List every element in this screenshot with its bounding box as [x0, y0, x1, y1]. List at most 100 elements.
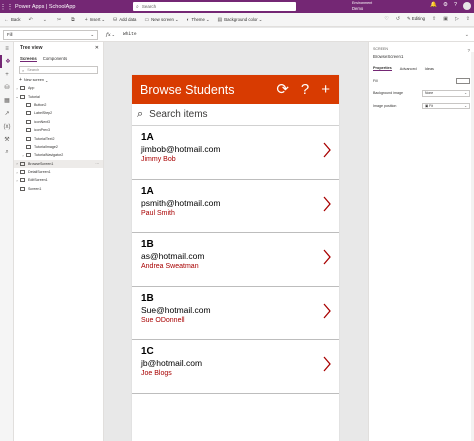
formula-input[interactable]: White [123, 32, 137, 37]
gallery-item[interactable]: 1B Sue@hotmail.com Sue ODonnell [132, 287, 339, 341]
more-options-icon[interactable]: ··· [95, 162, 99, 166]
insert-button[interactable]: + Insert ⌄ [85, 17, 105, 23]
fill-color-picker[interactable] [456, 78, 470, 84]
header-actions: 🔔 ⚙ ? [430, 2, 471, 10]
tree-item-tutorialimage2[interactable]: TutorialImage2 [14, 143, 103, 151]
tree-search-input[interactable]: ⌕ Search [19, 66, 98, 74]
tree-item-iconnext3[interactable]: iconNext3 [14, 118, 103, 126]
chevron-down-icon: ⌄ [464, 91, 467, 96]
sort-icon[interactable]: ? [301, 82, 309, 97]
insert-icon[interactable]: + [0, 68, 14, 81]
gallery-item[interactable]: 1C jb@hotmail.com Joe Blogs [132, 340, 339, 394]
help-icon[interactable]: ? [454, 2, 457, 10]
share-icon[interactable]: ⇧ [432, 16, 436, 22]
tree-item-button2[interactable]: Button2 [14, 101, 103, 109]
add-data-label: Add data [119, 17, 137, 22]
back-label: Back [11, 17, 21, 22]
editing-status[interactable]: ✎ Editing [407, 16, 425, 22]
copy-button[interactable]: ⧉ [71, 17, 77, 23]
gallery-item-subtitle: jimbob@hotmail.com [141, 144, 221, 154]
bell-icon[interactable]: 🔔 [430, 2, 437, 10]
tree-item-label: Button2 [34, 102, 47, 107]
redo-icon: ⌄ [42, 16, 47, 23]
chevron-down-icon[interactable]: ⌄ [112, 32, 115, 37]
environment-picker[interactable]: Environment Demo [352, 1, 372, 11]
gallery-item[interactable]: 1B as@hotmail.com Andrea Sweatman [132, 233, 339, 287]
undo-button[interactable]: ↶ [29, 17, 35, 23]
app-checker-icon[interactable]: ♡ [384, 16, 388, 22]
left-rail: ≡ ❖ + ⛁ ▦ ↗ (x) ⚒ ⌕ [0, 42, 14, 441]
global-search-input[interactable]: ⌕ Search [133, 2, 296, 11]
fill-label: Fill [373, 79, 378, 83]
tab-advanced[interactable]: Advanced [400, 67, 417, 71]
play-icon[interactable]: ▷ [455, 16, 459, 22]
tab-ideas[interactable]: Ideas [425, 67, 434, 71]
new-screen-button[interactable]: ▭ New screen ⌄ [144, 17, 178, 23]
chevron-right-icon[interactable] [323, 142, 331, 158]
avatar[interactable] [463, 2, 471, 10]
tab-properties[interactable]: Properties [373, 66, 392, 71]
tree-item-tutorial[interactable]: ⌄ Tutorial [14, 92, 103, 100]
tab-screens[interactable]: Screens [20, 56, 37, 62]
fill-property: Fill [373, 78, 470, 84]
image-position-dropdown[interactable]: ▣ Fit ⌄ [422, 102, 470, 109]
tree-item-label: EditScreen1 [28, 178, 48, 183]
gallery-item[interactable]: 1A jimbob@hotmail.com Jimmy Bob [132, 126, 339, 180]
search-icon[interactable]: ⌕ [0, 146, 14, 159]
browse-screen-preview[interactable]: Browse Students ⟳ ? + ⌕ Search items 1A … [132, 75, 339, 441]
variables-icon[interactable]: (x) [0, 120, 14, 133]
refresh-icon[interactable]: ⟳ [276, 82, 289, 97]
chevron-right-icon[interactable] [323, 356, 331, 372]
back-button[interactable]: ← Back [4, 17, 21, 23]
menu-icon[interactable]: ≡ [0, 42, 14, 55]
chevron-right-icon[interactable] [323, 196, 331, 212]
tree-list: › App ⌄ Tutorial Button2 LabelStep2 iconNe… [14, 84, 103, 193]
tree-item-labelstep2[interactable]: LabelStep2 [14, 109, 103, 117]
chevron-down-icon: ⌄ [44, 78, 49, 83]
tree-view-icon[interactable]: ❖ [0, 55, 14, 68]
browse-search-input[interactable]: ⌕ Search items [132, 104, 339, 126]
publish-icon[interactable]: ⇪ [466, 16, 470, 22]
chevron-right-icon[interactable] [323, 249, 331, 265]
gallery-item[interactable]: 1A psmith@hotmail.com Paul Smith [132, 180, 339, 234]
property-dropdown[interactable]: Fill ⌄ [3, 29, 98, 40]
waffle-icon[interactable]: ⋮⋮ [0, 0, 14, 13]
tree-item-detailscreen1[interactable]: › DetailScreen1 [14, 168, 103, 176]
settings-icon[interactable]: ⚙ [443, 2, 448, 10]
gallery-item-subtitle: Sue@hotmail.com [141, 304, 211, 315]
gallery-item-subtitle: psmith@hotmail.com [141, 197, 221, 208]
close-icon[interactable]: ✕ [95, 45, 99, 51]
tree-item-editscreen1[interactable]: › EditScreen1 [14, 176, 103, 184]
theme-button[interactable]: ◐ Theme ⌄ [186, 17, 209, 23]
new-screen-button[interactable]: + New screen ⌄ [19, 76, 98, 84]
button-control-icon [26, 102, 31, 107]
design-canvas[interactable]: Browse Students ⟳ ? + ⌕ Search items 1A … [104, 42, 368, 441]
tree-item-label: Tutorial [28, 94, 40, 99]
advanced-tools-icon[interactable]: ⚒ [0, 133, 14, 146]
cut-button[interactable]: ✂ [57, 17, 63, 23]
tree-item-tutorialnavigator2[interactable]: › TutorialNavigator2 [14, 151, 103, 159]
add-icon[interactable]: + [321, 82, 330, 97]
background-image-dropdown[interactable]: None ⌄ [422, 90, 470, 97]
tree-item-label: iconNext3 [34, 119, 50, 124]
background-color-button[interactable]: ▤ Background color ⌄ [217, 17, 262, 23]
expand-formula-icon[interactable]: ⌄ [465, 32, 469, 38]
fx-icon: fx [106, 31, 111, 38]
help-icon[interactable]: ? [467, 48, 470, 53]
add-data-button[interactable]: ⛁ Add data [113, 17, 136, 23]
chevron-right-icon[interactable] [323, 303, 331, 319]
redo-button[interactable]: ⌄ [43, 17, 49, 23]
tree-item-browsescreen1[interactable]: › BrowseScreen1 ··· [14, 159, 103, 168]
data-icon[interactable]: ⛁ [0, 81, 14, 94]
undo-history-icon[interactable]: ↺ [396, 16, 400, 22]
power-automate-icon[interactable]: ↗ [0, 107, 14, 120]
tree-item-iconprev3[interactable]: iconPrev3 [14, 126, 103, 134]
new-screen-label: New screen [151, 17, 174, 22]
media-icon[interactable]: ▦ [0, 94, 14, 107]
copy-icon: ⧉ [71, 16, 75, 23]
tab-components[interactable]: Components [43, 56, 67, 61]
save-icon[interactable]: ▣ [443, 16, 448, 22]
tree-item-screen1[interactable]: Screen1 [14, 185, 103, 193]
tree-item-app[interactable]: › App [14, 84, 103, 92]
tree-item-tutorialtext2[interactable]: TutorialText2 [14, 134, 103, 142]
